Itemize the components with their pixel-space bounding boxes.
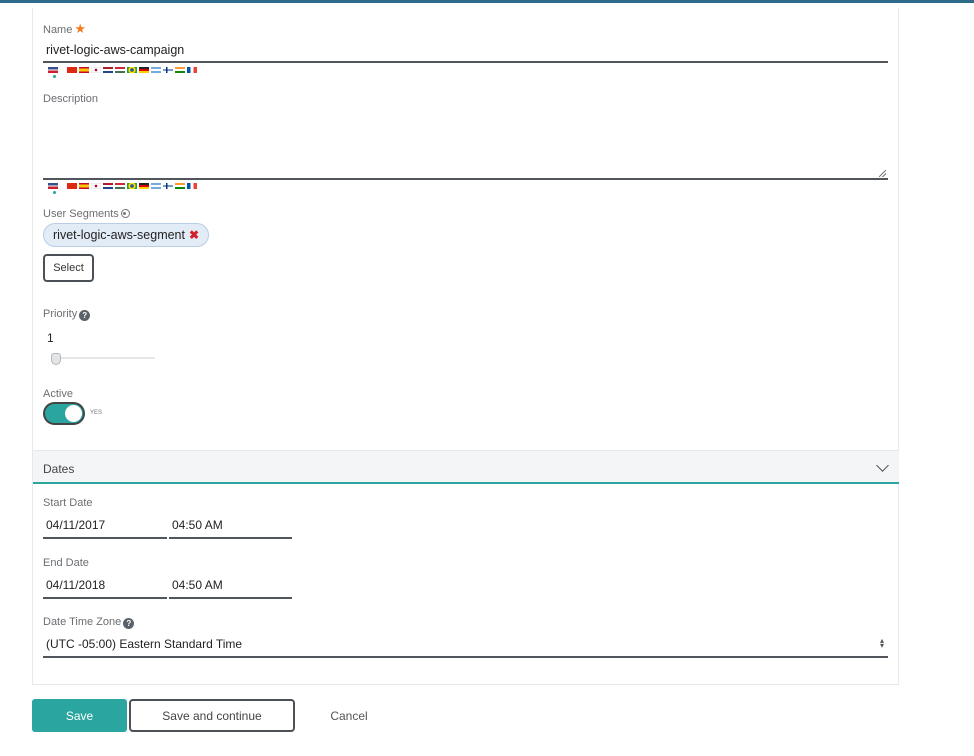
remove-segment-icon[interactable]: ✖ <box>189 228 199 242</box>
start-date-underline <box>43 537 167 539</box>
start-time-underline <box>169 537 292 539</box>
name-input-underline <box>43 61 888 63</box>
end-time-underline <box>169 597 292 599</box>
segment-chip: rivet-logic-aws-segment ✖ <box>43 223 210 247</box>
end-date-label: End Date <box>43 557 89 569</box>
flag-us-icon[interactable] <box>48 67 58 73</box>
active-locale-dot <box>53 191 56 194</box>
end-date-underline <box>43 597 167 599</box>
flag-cn-icon[interactable] <box>67 67 77 73</box>
description-textarea[interactable] <box>43 113 888 179</box>
dates-section-header[interactable]: Dates <box>33 450 899 484</box>
flag-jp-icon[interactable] <box>91 67 101 73</box>
help-icon[interactable]: ? <box>123 618 135 629</box>
save-button[interactable]: Save <box>32 699 127 732</box>
end-time-input[interactable]: 04:50 AM <box>172 578 223 592</box>
priority-slider-handle[interactable] <box>51 353 61 365</box>
flag-br-icon[interactable] <box>127 67 137 73</box>
dates-section-title: Dates <box>43 462 75 476</box>
timezone-underline <box>43 656 888 658</box>
flag-nl-icon[interactable] <box>103 67 113 73</box>
flag-br-icon[interactable] <box>127 183 137 189</box>
timezone-label: Date Time Zone? <box>43 616 135 629</box>
flag-nl-icon[interactable] <box>103 183 113 189</box>
help-icon[interactable]: ? <box>79 310 91 321</box>
flag-fr-icon[interactable] <box>187 67 197 73</box>
flag-fi-icon[interactable] <box>163 67 173 73</box>
flag-cn-icon[interactable] <box>67 183 77 189</box>
description-label: Description <box>43 93 99 105</box>
top-accent-bar <box>0 0 974 3</box>
timezone-select[interactable]: (UTC -05:00) Eastern Standard Time <box>46 637 242 651</box>
flag-de-icon[interactable] <box>139 183 149 189</box>
flag-fr-icon[interactable] <box>187 183 197 189</box>
resize-grip-icon[interactable] <box>879 170 886 177</box>
select-segments-button[interactable]: Select <box>43 254 94 282</box>
start-date-label: Start Date <box>43 497 93 509</box>
flag-jp-icon[interactable] <box>91 183 101 189</box>
chevron-down-icon[interactable] <box>876 459 889 472</box>
active-locale-dot <box>53 75 56 78</box>
name-input[interactable]: rivet-logic-aws-campaign <box>46 43 184 57</box>
description-underline <box>43 178 888 180</box>
flag-fi-icon[interactable] <box>163 183 173 189</box>
user-segments-label: User Segments <box>43 208 130 220</box>
priority-value: 1 <box>47 331 54 345</box>
flag-in-icon[interactable] <box>175 183 185 189</box>
select-arrows-icon[interactable]: ▴ ▾ <box>880 637 884 650</box>
flag-ar-icon[interactable] <box>151 67 161 73</box>
flag-es-icon[interactable] <box>79 183 89 189</box>
flag-de-icon[interactable] <box>139 67 149 73</box>
cancel-button[interactable]: Cancel <box>315 699 383 732</box>
priority-slider-track[interactable] <box>51 357 155 359</box>
end-date-input[interactable]: 04/11/2018 <box>46 578 105 592</box>
start-time-input[interactable]: 04:50 AM <box>172 518 223 532</box>
active-toggle-state: YES <box>90 410 103 416</box>
gear-icon[interactable] <box>120 209 130 218</box>
flag-hu-icon[interactable] <box>115 183 125 189</box>
toggle-knob <box>65 405 82 422</box>
name-locale-flags[interactable] <box>48 67 199 81</box>
campaign-form-card: Name ★ rivet-logic-aws-campaign Descripti… <box>32 8 899 685</box>
flag-in-icon[interactable] <box>175 67 185 73</box>
flag-ar-icon[interactable] <box>151 183 161 189</box>
flag-hu-icon[interactable] <box>115 67 125 73</box>
flag-es-icon[interactable] <box>79 67 89 73</box>
flag-us-icon[interactable] <box>48 183 58 189</box>
priority-label: Priority? <box>43 308 91 321</box>
description-locale-flags[interactable] <box>48 183 199 197</box>
active-label: Active <box>43 388 73 400</box>
start-date-input[interactable]: 04/11/2017 <box>46 518 105 532</box>
active-toggle[interactable] <box>43 402 85 425</box>
save-and-continue-button[interactable]: Save and continue <box>129 699 295 732</box>
name-label: Name ★ <box>43 21 86 36</box>
required-star-icon: ★ <box>74 21 86 36</box>
